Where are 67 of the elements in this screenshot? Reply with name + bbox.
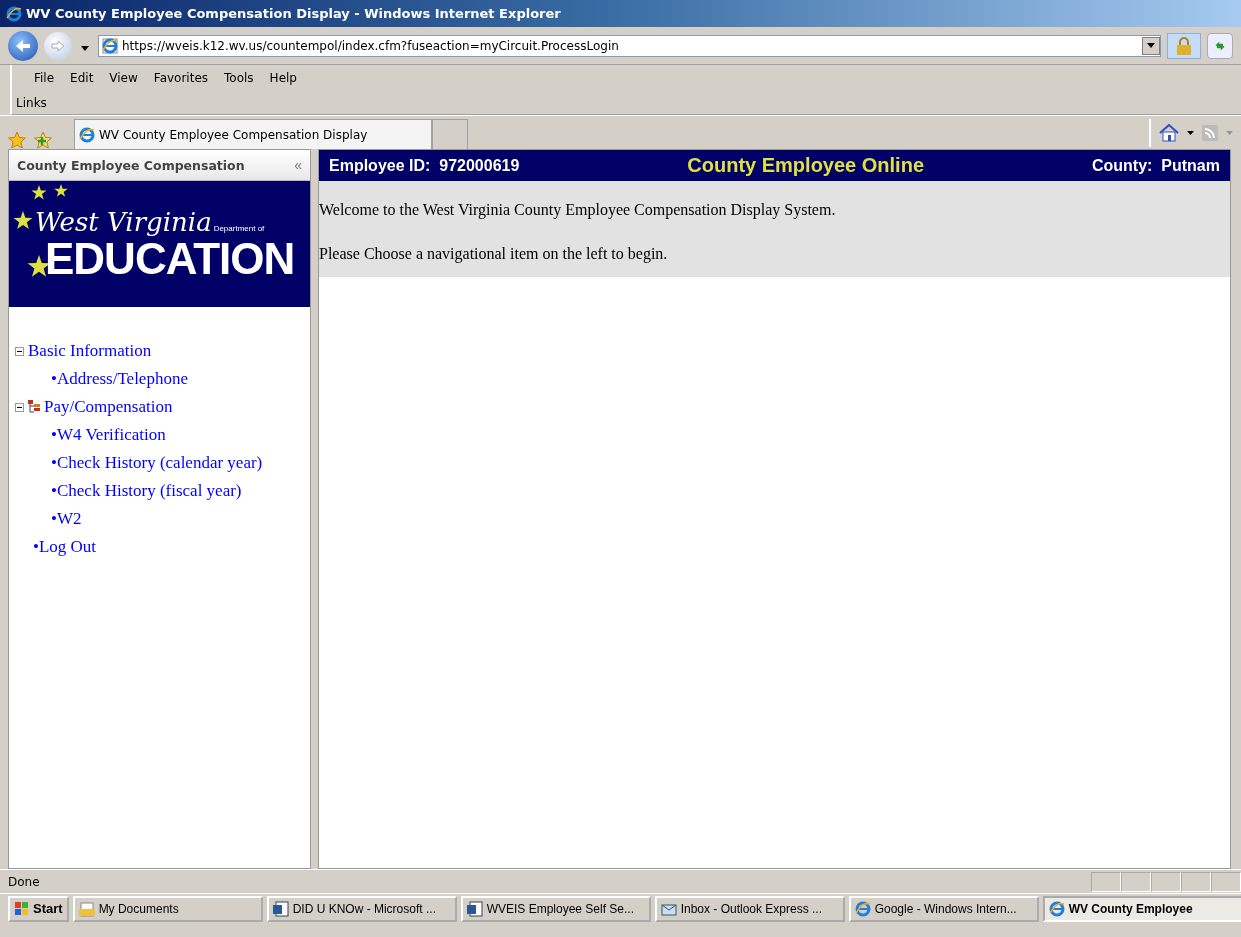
- caret-icon: [1226, 130, 1233, 135]
- status-text: Done: [8, 874, 41, 889]
- feed-icon: [1202, 124, 1218, 141]
- nav-link[interactable]: •Check History (fiscal year): [51, 481, 242, 501]
- refresh-button[interactable]: [1207, 32, 1233, 59]
- caret-icon: [1187, 130, 1194, 135]
- browser-icon: [854, 900, 871, 917]
- documents-icon: [78, 900, 95, 917]
- logo-heading: EDUCATION: [45, 237, 296, 281]
- browser-icon: [6, 5, 22, 22]
- status-pane: [1211, 871, 1241, 892]
- taskbar-button[interactable]: My Documents: [72, 895, 263, 922]
- menu-item[interactable]: Tools: [216, 71, 262, 85]
- windows-flag-icon: [14, 900, 30, 917]
- add-favorite-icon: [34, 131, 52, 149]
- logo-small-text: Department of: [213, 224, 265, 233]
- collapse-toggle[interactable]: [15, 346, 24, 356]
- address-field[interactable]: https://wveis.k12.wv.us/countempol/index.cfm?fuseaction=myCircuit.ProcessLogin: [98, 34, 1161, 57]
- status-pane: [1181, 871, 1211, 892]
- panel-title: County Employee Compensation: [17, 157, 245, 173]
- menu-item[interactable]: Edit: [62, 71, 102, 85]
- menu-item[interactable]: Help: [261, 71, 305, 85]
- links-label[interactable]: Links: [16, 95, 47, 110]
- browser-icon: [79, 126, 95, 143]
- nav-link[interactable]: •W4 Verification: [51, 425, 166, 445]
- word-document-icon: [272, 900, 289, 917]
- taskbar-button[interactable]: Google - Windows Intern...: [848, 895, 1039, 922]
- back-button[interactable]: [8, 30, 38, 61]
- status-pane: [1121, 871, 1151, 892]
- home-icon: [1159, 123, 1179, 142]
- lock-icon: [1176, 36, 1192, 55]
- message-text: Please Choose a navigational item on the left to begin.: [319, 245, 669, 263]
- tree-icon: [28, 400, 40, 414]
- security-button[interactable]: [1167, 32, 1201, 59]
- status-pane: [1151, 871, 1181, 892]
- nav-link[interactable]: Pay/Compensation: [44, 397, 173, 417]
- taskbar-button[interactable]: WV County Employee: [1042, 895, 1241, 922]
- nav-link[interactable]: •Address/Telephone: [51, 369, 188, 389]
- nav-link[interactable]: Basic Information: [28, 341, 152, 361]
- status-pane: [1091, 871, 1121, 892]
- message-text: Welcome to the West Virginia County Employee Compensation Display System.: [319, 201, 837, 219]
- menu-item[interactable]: Favorites: [145, 71, 217, 85]
- forward-arrow-icon: [51, 39, 65, 52]
- collapse-button[interactable]: «: [294, 157, 302, 173]
- taskbar-button[interactable]: DID U KNOw - Microsoft ...: [266, 895, 457, 922]
- collapse-toggle[interactable]: [15, 402, 24, 412]
- window-title: WV County Employee Compensation Display - Windows Internet Explorer: [26, 6, 561, 21]
- word-document-icon: [466, 900, 483, 917]
- employee-id: Employee ID: 972000619: [329, 156, 520, 175]
- back-arrow-icon: [15, 38, 31, 53]
- taskbar-button[interactable]: Inbox - Outlook Express ...: [654, 895, 845, 922]
- menu-item[interactable]: File: [26, 71, 63, 85]
- page-icon: [102, 37, 118, 54]
- nav-link[interactable]: •Check History (calendar year): [51, 453, 263, 473]
- nav-link[interactable]: •W2: [51, 509, 82, 529]
- browser-tab[interactable]: WV County Employee Compensation Display: [74, 119, 432, 149]
- menu-item[interactable]: View: [101, 71, 146, 85]
- taskbar-button[interactable]: WVEIS Employee Self Se...: [460, 895, 651, 922]
- favorites-star-icon: [8, 131, 26, 149]
- county-label: County: Putnam: [1092, 156, 1220, 175]
- caret-icon: [81, 45, 89, 51]
- nav-link[interactable]: •Log Out: [15, 537, 97, 557]
- logo-script-text: West Virginia: [35, 207, 212, 237]
- start-button[interactable]: Start: [8, 895, 69, 922]
- caret-icon: [1147, 43, 1155, 48]
- browser-icon: [1048, 900, 1065, 917]
- page-title: County Employee Online: [687, 154, 924, 177]
